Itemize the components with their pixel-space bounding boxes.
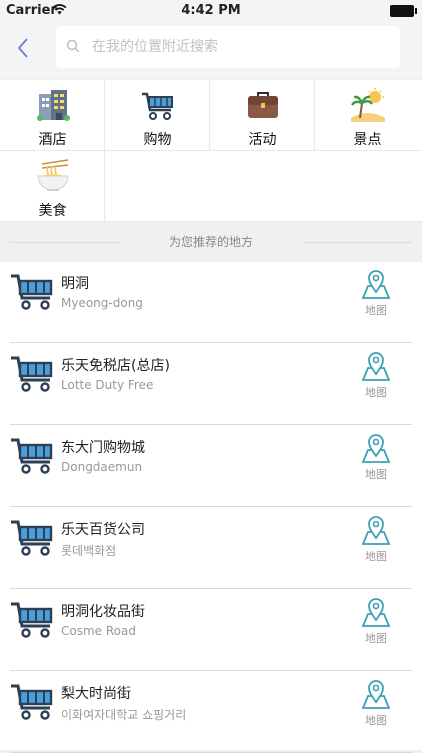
noodle-bowl-icon	[37, 159, 69, 191]
category-label: 购物	[143, 132, 172, 148]
map-pin-icon	[361, 598, 391, 627]
place-subtitle: Myeong-dong	[61, 296, 143, 310]
category-label: 景点	[353, 132, 382, 148]
place-subtitle: Cosme Road	[61, 624, 136, 638]
list-item[interactable]: 明洞 Myeong-dong 地图	[0, 262, 422, 343]
map-pin-icon	[361, 516, 391, 545]
map-button[interactable]: 地图	[354, 678, 398, 732]
row-separator	[10, 342, 412, 343]
map-label: 地图	[365, 632, 387, 645]
shopping-cart-icon	[11, 356, 53, 392]
map-label: 地图	[365, 386, 387, 399]
place-name: 明洞化妆品街	[61, 604, 145, 620]
map-button[interactable]: 地图	[354, 432, 398, 486]
category-empty-cell	[105, 151, 422, 222]
category-attraction[interactable]: 景点	[315, 80, 422, 151]
map-pin-icon	[361, 352, 391, 381]
map-button[interactable]: 地图	[354, 350, 398, 404]
map-pin-icon	[361, 680, 391, 709]
place-name: 明洞	[61, 276, 89, 292]
list-item[interactable]: 明洞化妆品街 Cosme Road 地图	[0, 590, 422, 671]
list-item[interactable]: 梨大时尚街 이화여자대학교 쇼핑거리 地图	[0, 672, 422, 753]
category-label: 活动	[248, 132, 277, 148]
place-name: 梨大时尚街	[61, 686, 131, 702]
category-label: 美食	[38, 203, 67, 219]
clock: 4:42 PM	[181, 3, 241, 18]
row-separator	[10, 670, 412, 671]
row-separator	[10, 506, 412, 507]
shopping-cart-icon	[11, 520, 53, 556]
category-shopping[interactable]: 购物	[105, 80, 210, 151]
beach-icon	[351, 88, 385, 122]
shopping-cart-icon	[11, 684, 53, 720]
row-separator	[10, 588, 412, 589]
search-bar[interactable]	[56, 26, 400, 68]
place-subtitle: 이화여자대학교 쇼핑거리	[61, 708, 187, 722]
map-label: 地图	[365, 550, 387, 563]
back-arrow-icon[interactable]	[10, 34, 38, 62]
shopping-cart-icon	[11, 438, 53, 474]
place-name: 乐天免税店(总店)	[61, 358, 170, 374]
status-bar: Carrier 4:42 PM	[0, 0, 422, 22]
recommended-places-list: 明洞 Myeong-dong 地图 乐天免税店(总店) Lotte Duty F…	[0, 262, 422, 753]
place-subtitle: Lotte Duty Free	[61, 378, 154, 392]
shopping-cart-icon	[11, 602, 53, 638]
map-button[interactable]: 地图	[354, 596, 398, 650]
place-subtitle: Dongdaemun	[61, 460, 143, 474]
search-input[interactable]	[90, 26, 384, 68]
nav-bar	[0, 22, 422, 78]
list-item[interactable]: 乐天免税店(总店) Lotte Duty Free 地图	[0, 344, 422, 425]
list-item[interactable]: 乐天百货公司 롯데백화점 地图	[0, 508, 422, 589]
category-activity[interactable]: 活动	[210, 80, 315, 151]
map-label: 地图	[365, 468, 387, 481]
category-hotel[interactable]: 酒店	[0, 80, 105, 151]
category-food[interactable]: 美食	[0, 151, 105, 222]
shopping-cart-icon	[11, 274, 53, 310]
place-subtitle: 롯데백화점	[61, 544, 117, 558]
list-item[interactable]: 东大门购物城 Dongdaemun 地图	[0, 426, 422, 507]
briefcase-icon	[248, 92, 278, 118]
place-name: 东大门购物城	[61, 440, 145, 456]
row-separator	[10, 424, 412, 425]
map-pin-icon	[361, 270, 391, 299]
map-button[interactable]: 地图	[354, 514, 398, 568]
map-label: 地图	[365, 304, 387, 317]
map-label: 地图	[365, 714, 387, 727]
category-label: 酒店	[38, 132, 67, 148]
recommended-section-title: 为您推荐的地方	[0, 224, 422, 260]
shopping-cart-icon	[142, 92, 173, 120]
hotel-icon	[37, 90, 70, 121]
battery-icon	[390, 5, 417, 17]
map-button[interactable]: 地图	[354, 268, 398, 322]
search-icon	[66, 39, 80, 53]
place-name: 乐天百货公司	[61, 522, 145, 538]
map-pin-icon	[361, 434, 391, 463]
category-grid: 酒店 购物 活动 景点 美食	[0, 80, 422, 222]
